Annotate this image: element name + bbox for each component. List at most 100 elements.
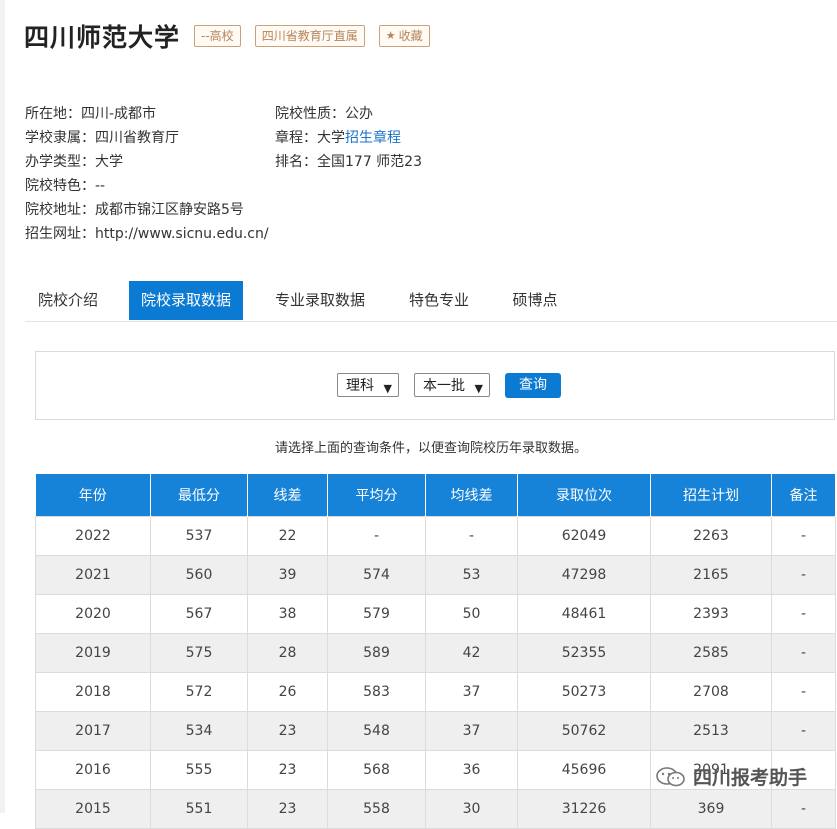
cell-plan: 2263	[650, 516, 772, 556]
cell-year: 2019	[35, 633, 151, 673]
info-type: 办学类型：大学	[25, 150, 269, 174]
cell-avg-line-diff: -	[425, 516, 518, 556]
tab-admission-data[interactable]: 院校录取数据	[129, 281, 243, 320]
batch-select-value: 本一批	[423, 378, 465, 394]
cell-avg-score: 589	[327, 633, 426, 673]
info-location: 所在地：四川-成都市	[25, 102, 269, 126]
info-label: 排名：	[275, 154, 317, 170]
cell-avg-score: -	[327, 516, 426, 556]
school-header: 四川师范大学 --高校 四川省教育厅直属 ★ 收藏	[24, 18, 430, 54]
info-charter: 章程：大学招生章程	[275, 126, 422, 150]
info-label: 院校地址：	[25, 202, 95, 218]
batch-select[interactable]: 本一批 ▼	[414, 373, 490, 397]
cell-rank: 45696	[517, 750, 651, 790]
table-row: 2018 572 26 583 37 50273 2708-	[35, 672, 836, 712]
cell-min-score: 575	[150, 633, 248, 673]
table-row: 2020 567 38 579 50 48461 2393-	[35, 594, 836, 634]
table-row: 2022 537 22- -62049 2263-	[35, 516, 836, 556]
cell-year: 2022	[35, 516, 151, 556]
cell-min-score: 567	[150, 594, 248, 634]
info-nature: 院校性质：公办	[275, 102, 422, 126]
query-button[interactable]: 查询	[505, 373, 561, 398]
cell-min-score: 551	[150, 789, 248, 829]
info-ranking: 排名：全国177 师范23	[275, 150, 422, 174]
col-header-rank: 录取位次	[517, 474, 651, 517]
cell-avg-score: 558	[327, 789, 426, 829]
subject-select[interactable]: 理科 ▼	[337, 373, 399, 397]
query-hint: 请选择上面的查询条件，以便查询院校历年录取数据。	[274, 441, 587, 456]
cell-remark: -	[771, 633, 836, 673]
tab-school-intro[interactable]: 院校介绍	[25, 281, 111, 320]
cell-year: 2016	[35, 750, 151, 790]
cell-line-diff: 39	[247, 555, 328, 595]
col-header-avg-line-diff: 均线差	[425, 474, 518, 517]
cell-remark: -	[771, 789, 836, 829]
cell-plan: 2708	[650, 672, 772, 712]
cell-avg-line-diff: 30	[425, 789, 518, 829]
cell-min-score: 560	[150, 555, 248, 595]
cell-remark: -	[771, 555, 836, 595]
col-header-year: 年份	[35, 474, 151, 517]
school-affiliation-tag: 四川省教育厅直属	[254, 25, 365, 47]
website-link[interactable]: http://www.sicnu.edu.cn/	[95, 226, 269, 242]
cell-remark: -	[771, 711, 836, 751]
info-value: 四川-成都市	[81, 106, 157, 122]
cell-avg-line-diff: 50	[425, 594, 518, 634]
subject-select-value: 理科	[346, 378, 374, 394]
cell-min-score: 534	[150, 711, 248, 751]
col-header-min-score: 最低分	[150, 474, 248, 517]
info-value: --	[95, 178, 106, 194]
cell-year: 2017	[35, 711, 151, 751]
cell-avg-score: 548	[327, 711, 426, 751]
cell-min-score: 537	[150, 516, 248, 556]
favorite-label: 收藏	[398, 29, 423, 43]
cell-avg-line-diff: 36	[425, 750, 518, 790]
star-icon: ★	[385, 29, 396, 42]
info-label: 院校特色：	[25, 178, 95, 194]
tab-featured-majors[interactable]: 特色专业	[399, 281, 479, 320]
info-feature: 院校特色：--	[25, 174, 269, 198]
cell-plan: 2393	[650, 594, 772, 634]
tab-major-admission-data[interactable]: 专业录取数据	[261, 281, 379, 320]
school-title: 四川师范大学	[24, 23, 181, 52]
cell-plan: 2585	[650, 633, 772, 673]
school-info-left: 所在地：四川-成都市 学校隶属：四川省教育厅 办学类型：大学 院校特色：-- 院…	[25, 102, 269, 246]
cell-rank: 52355	[517, 633, 651, 673]
cell-min-score: 555	[150, 750, 248, 790]
admission-charter-link[interactable]: 招生章程	[345, 130, 401, 146]
cell-avg-line-diff: 37	[425, 672, 518, 712]
cell-rank: 62049	[517, 516, 651, 556]
cell-year: 2020	[35, 594, 151, 634]
info-label: 院校性质：	[275, 106, 345, 122]
cell-plan: 369	[650, 789, 772, 829]
tab-graduate-programs[interactable]: 硕博点	[499, 281, 571, 320]
info-value: 全国177 师范23	[317, 154, 422, 170]
favorite-button[interactable]: ★ 收藏	[378, 25, 430, 47]
cell-avg-score: 579	[327, 594, 426, 634]
watermark-text: 四川报考助手	[693, 767, 808, 789]
col-header-avg-score: 平均分	[327, 474, 426, 517]
cell-rank: 47298	[517, 555, 651, 595]
info-value: 四川省教育厅	[95, 130, 179, 146]
info-label: 章程：	[275, 130, 317, 146]
school-info-right: 院校性质：公办 章程：大学招生章程 排名：全国177 师范23	[275, 102, 422, 174]
info-website: 招生网址：http://www.sicnu.edu.cn/	[25, 222, 269, 246]
cell-year: 2021	[35, 555, 151, 595]
cell-plan: 2165	[650, 555, 772, 595]
col-header-line-diff: 线差	[247, 474, 328, 517]
col-header-remark: 备注	[771, 474, 836, 517]
query-panel: 理科 ▼ 本一批 ▼ 查询	[35, 351, 835, 420]
tab-bar: 院校介绍 院校录取数据 专业录取数据 特色专业 硕博点	[25, 281, 837, 322]
chevron-down-icon: ▼	[383, 382, 392, 395]
col-header-plan: 招生计划	[650, 474, 772, 517]
school-level-tag: --高校	[194, 25, 241, 47]
cell-remark: -	[771, 594, 836, 634]
cell-line-diff: 26	[247, 672, 328, 712]
cell-line-diff: 23	[247, 789, 328, 829]
cell-avg-line-diff: 53	[425, 555, 518, 595]
cell-rank: 31226	[517, 789, 651, 829]
cell-rank: 50762	[517, 711, 651, 751]
table-row: 2015 551 23 558 30 31226 369-	[35, 789, 836, 829]
table-row: 2017 534 23 548 37 50762 2513-	[35, 711, 836, 751]
watermark: 四川报考助手	[655, 763, 807, 790]
